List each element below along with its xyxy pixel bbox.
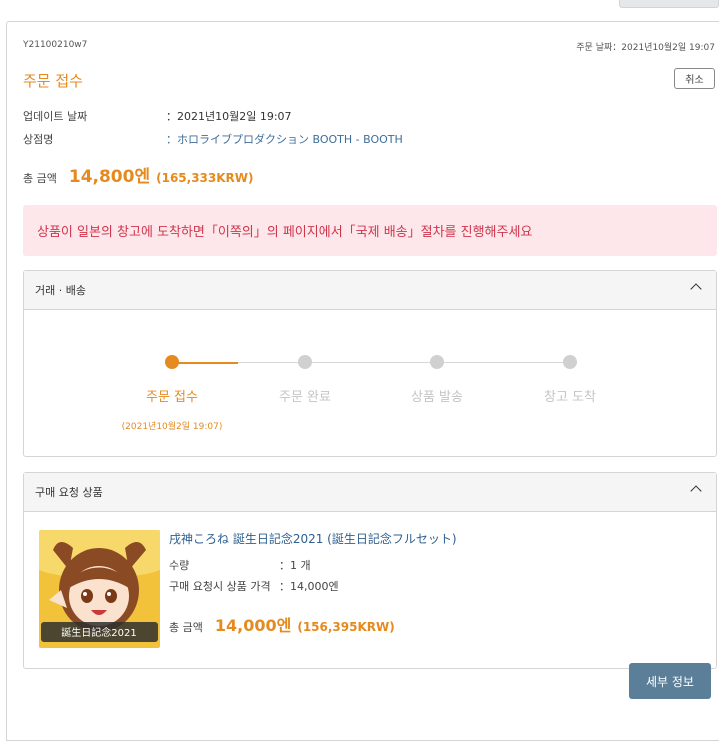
progress-line-active (172, 362, 238, 364)
product-total-label: 총 금액 (169, 621, 203, 634)
product-price-label: 구매 요청시 상품 가격 (169, 580, 271, 593)
step-label-received: 주문 접수 (146, 390, 198, 405)
items-panel-header[interactable]: 구매 요청 상품 (24, 473, 716, 512)
shipping-panel-title: 거래 · 배송 (35, 284, 86, 297)
order-status-title: 주문 접수 (23, 72, 83, 90)
product-title-link[interactable]: 戌神ころね 誕生日記念2021 (誕生日記念フルセット) (169, 530, 457, 547)
product-thumbnail[interactable]: 誕生日記念2021 (39, 530, 160, 648)
order-card: Y21100210w7 주문 날짜：2021년10월2일 19:07 주문 접수… (6, 21, 719, 741)
step-dot-completed (298, 355, 312, 369)
product-total-amount: 14,000엔 (214, 616, 292, 635)
product-price-value: ：14,000엔 (279, 580, 339, 593)
chevron-up-icon[interactable] (690, 283, 702, 295)
order-total-krw: (165,333KRW) (156, 171, 254, 185)
updated-row: 업데이트 날짜 ：2021년10월2일 19:07 (23, 108, 292, 124)
step-label-shipped: 상품 발송 (411, 390, 463, 405)
step-dot-received (165, 355, 179, 369)
shipping-panel-header[interactable]: 거래 · 배송 (24, 271, 716, 310)
order-date-value: 2021년10월2일 19:07 (621, 43, 715, 53)
updated-value: ：2021년10월2일 19:07 (166, 110, 292, 123)
step-dot-shipped (430, 355, 444, 369)
order-total: 총 금액 14,800엔 (165,333KRW) (23, 162, 254, 187)
product-item: 誕生日記念2021 戌神ころね 誕生日記念2021 (誕生日記念フルセット) 수… (24, 512, 716, 667)
product-qty-row: 수량 ：1 개 (169, 557, 311, 573)
shop-row: 상점명 ：ホロライブプロダクション BOOTH - BOOTH (23, 131, 403, 147)
product-qty-label: 수량 (169, 559, 190, 572)
shipping-progress: 주문 접수 주문 완료 상품 발송 창고 도착 (2021년10월2일 19:0… (24, 310, 716, 456)
order-total-amount: 14,800엔 (68, 167, 151, 187)
progress-line (238, 362, 571, 363)
order-date-label: 주문 날짜： (576, 43, 622, 53)
updated-label: 업데이트 날짜 (23, 110, 88, 123)
step-dot-warehouse (563, 355, 577, 369)
shipping-panel: 거래 · 배송 주문 접수 주문 완료 상품 발송 창고 도착 (2021년10… (23, 270, 717, 457)
step-date-received: (2021년10월2일 19:07) (121, 422, 223, 432)
top-button-stub[interactable] (619, 0, 719, 8)
step-label-completed: 주문 완료 (279, 390, 331, 405)
product-total-krw: (156,395KRW) (297, 620, 395, 634)
items-panel: 구매 요청 상품 誕生日記念2021 戌神ころね 誕生日記念2021 (誕生日記… (23, 472, 717, 669)
cancel-button[interactable]: 취소 (674, 68, 715, 89)
chevron-up-icon[interactable] (690, 485, 702, 497)
product-qty-value: ：1 개 (279, 559, 311, 572)
product-total: 총 금액 14,000엔 (156,395KRW) (169, 612, 395, 636)
items-panel-title: 구매 요청 상품 (35, 486, 103, 499)
thumbnail-banner-text: 誕生日記念2021 (61, 626, 136, 639)
order-total-label: 총 금액 (23, 172, 57, 185)
shop-link[interactable]: ：ホロライブプロダクション BOOTH - BOOTH (166, 133, 403, 146)
product-price-row: 구매 요청시 상품 가격 ：14,000엔 (169, 578, 339, 594)
order-date: 주문 날짜：2021년10월2일 19:07 (576, 40, 715, 53)
order-id: Y21100210w7 (23, 40, 88, 50)
shop-label: 상점명 (23, 133, 54, 146)
warehouse-alert: 상품이 일본의 창고에 도착하면「이쪽의」의 페이지에서「국제 배송」절차를 진… (23, 205, 717, 256)
step-label-warehouse: 창고 도착 (544, 390, 596, 405)
detail-info-button[interactable]: 세부 정보 (629, 663, 711, 699)
